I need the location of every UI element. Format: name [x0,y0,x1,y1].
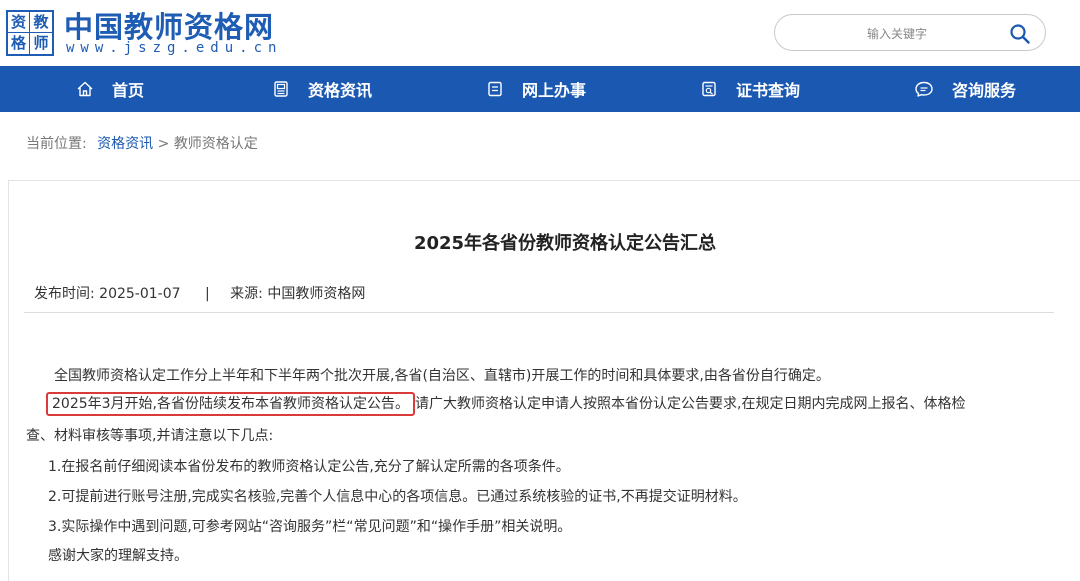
nav-item-consulting[interactable]: 咨询服务 [914,66,1016,112]
nav-item-news[interactable]: 资格资讯 [272,66,372,112]
logo-char: 师 [33,34,49,52]
divider [24,312,1054,313]
search-input[interactable] [795,21,999,47]
site-url: www.jszg.edu.cn [66,40,283,56]
logo-char: 格 [8,33,30,54]
nav-item-home[interactable]: 首页 [76,66,144,112]
paragraph-text: 请广大教师资格认定申请人按照本省份认定公告要求,在规定日期内完成网上报名、体格检 [415,396,966,412]
paragraph-continuation: 查、材料审核等事项,并请注意以下几点: [26,428,274,444]
news-icon [274,81,288,97]
article-meta: 发布时间: 2025-01-07 | 来源: 中国教师资格网 [34,283,365,303]
paragraph-announcement: 2025年3月开始,各省份陆续发布本省教师资格认定公告。 请广大教师资格认定申请人… [46,392,966,416]
home-icon [77,81,93,97]
document-icon [488,81,502,97]
breadcrumb-current: 教师资格认定 [173,136,258,152]
search-icon[interactable] [1009,23,1031,45]
nav-item-certificate-query[interactable]: 证书查询 [700,66,800,112]
meta-separator: | [205,286,210,302]
breadcrumb-separator: > [157,136,170,152]
paragraph-intro: 全国教师资格认定工作分上半年和下半年两个批次开展,各省(自治区、直辖市)开展工作… [54,368,830,384]
closing-text: 感谢大家的理解支持。 [48,548,188,564]
site-logo[interactable]: 资 教 格 师 [6,10,54,56]
nav-item-label: 证书查询 [736,81,801,100]
certificate-icon [702,81,716,97]
site-header: 资 教 格 师 中国教师资格网 www.jszg.edu.cn [0,0,1080,66]
nav-item-label: 资格资讯 [308,81,373,100]
nav-item-online-service[interactable]: 网上办事 [486,66,586,112]
source-label: 来源: [230,286,263,302]
list-item: 2.可提前进行账号注册,完成实名核验,完善个人信息中心的各项信息。已通过系统核验… [48,489,747,505]
nav-item-label: 首页 [112,81,145,100]
chat-icon [915,81,933,97]
nav-item-label: 咨询服务 [952,81,1017,100]
list-item: 3.实际操作中遇到问题,可参考网站“咨询服务”栏“常见问题”和“操作手册”相关说… [48,519,572,535]
article-title: 2025年各省份教师资格认定公告汇总 [413,233,717,254]
highlighted-text: 2025年3月开始,各省份陆续发布本省教师资格认定公告。 [46,392,415,416]
search-box [774,14,1046,51]
source-value: 中国教师资格网 [267,286,366,302]
publish-label: 发布时间: [34,286,95,302]
nav-item-label: 网上办事 [522,81,587,100]
list-item: 1.在报名前仔细阅读本省份发布的教师资格认定公告,充分了解认定所需的各项条件。 [48,459,570,475]
breadcrumb-link-news[interactable]: 资格资讯 [97,136,153,152]
logo-char: 资 [8,12,30,33]
main-nav: 首页 资格资讯 网上办事 证书查询 咨询服务 [0,66,1080,112]
breadcrumb: 当前位置: 资格资讯 > 教师资格认定 [26,133,258,153]
publish-date: 2025-01-07 [99,286,181,302]
logo-char: 教 [30,12,52,33]
breadcrumb-prefix: 当前位置: [26,136,87,152]
